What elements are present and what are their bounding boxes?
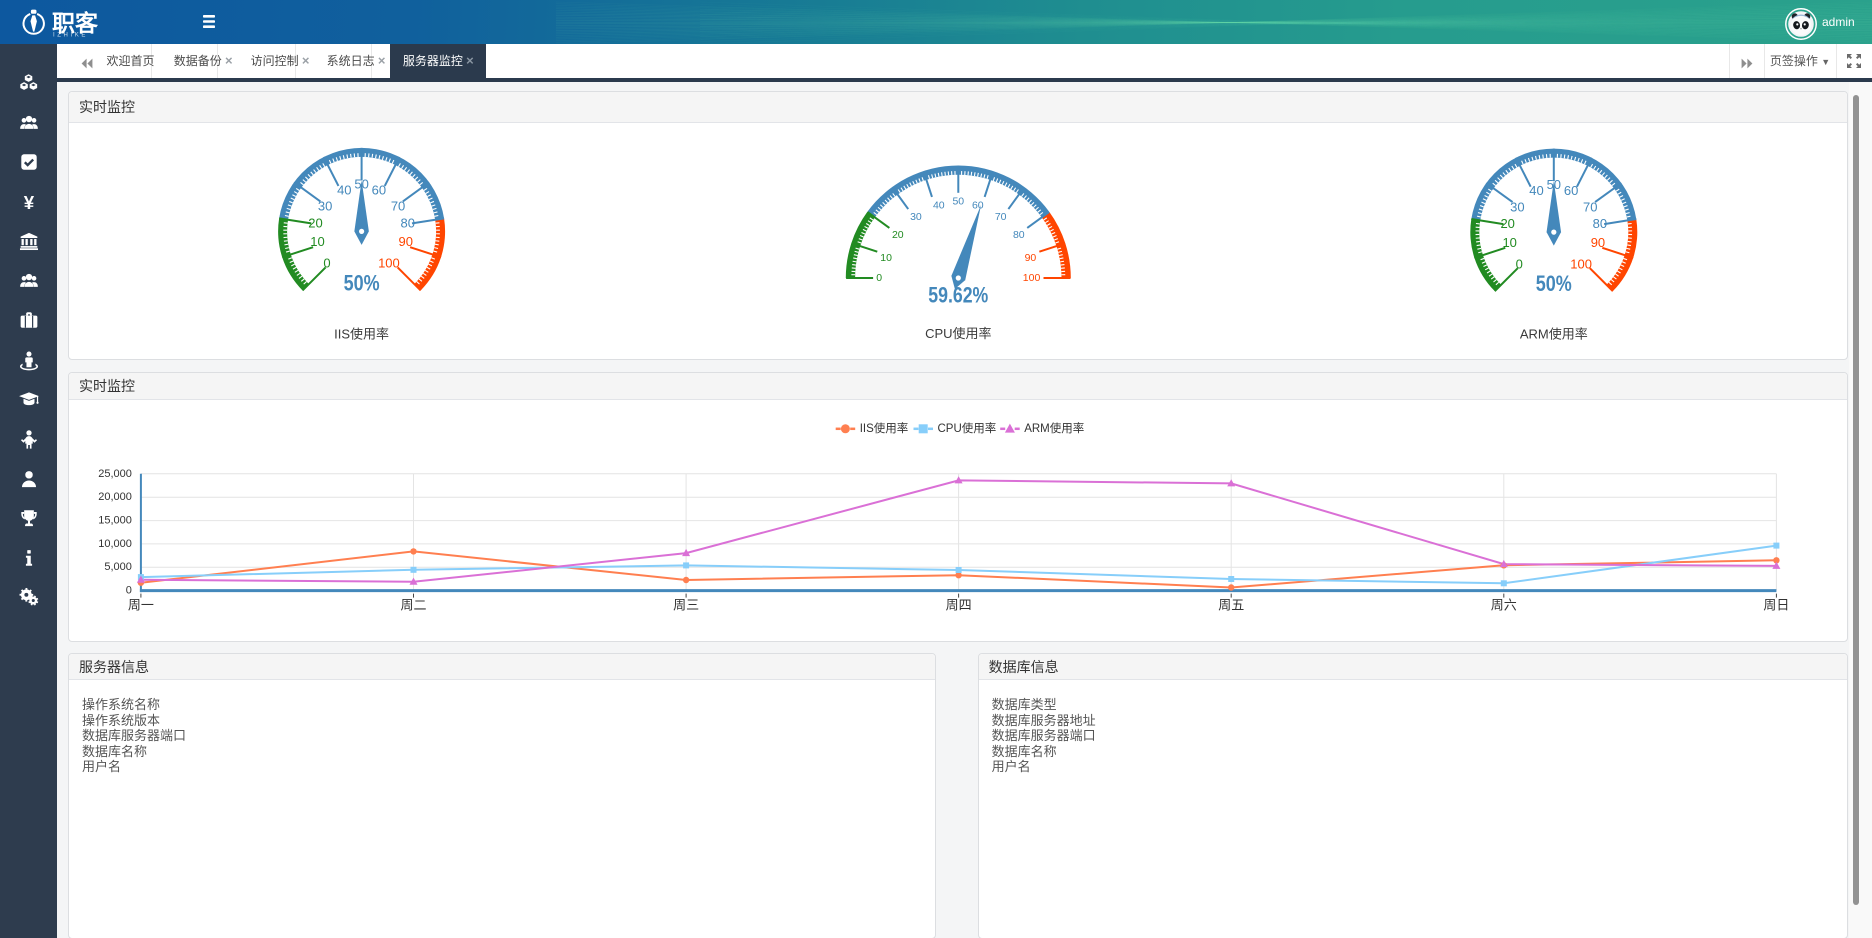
svg-text:59.62%: 59.62% bbox=[928, 282, 988, 307]
svg-text:周五: 周五 bbox=[1218, 597, 1244, 612]
svg-text:0: 0 bbox=[126, 584, 132, 596]
svg-text:100: 100 bbox=[1023, 272, 1041, 284]
svg-text:25,000: 25,000 bbox=[98, 467, 132, 479]
svg-text:80: 80 bbox=[1593, 216, 1607, 231]
svg-text:90: 90 bbox=[1591, 234, 1605, 249]
svg-text:周六: 周六 bbox=[1491, 597, 1517, 612]
svg-text:100: 100 bbox=[378, 255, 400, 270]
svg-text:70: 70 bbox=[1583, 199, 1597, 214]
svg-text:60: 60 bbox=[372, 182, 386, 197]
svg-text:周三: 周三 bbox=[673, 597, 699, 612]
svg-text:30: 30 bbox=[910, 211, 922, 223]
svg-text:0: 0 bbox=[876, 272, 882, 284]
svg-text:5,000: 5,000 bbox=[104, 561, 132, 573]
svg-text:40: 40 bbox=[337, 182, 351, 197]
svg-text:30: 30 bbox=[1510, 199, 1524, 214]
svg-text:80: 80 bbox=[400, 215, 414, 230]
svg-text:周一: 周一 bbox=[128, 597, 154, 612]
svg-text:15,000: 15,000 bbox=[98, 514, 132, 526]
svg-text:10,000: 10,000 bbox=[98, 538, 132, 550]
svg-text:CPU使用率: CPU使用率 bbox=[925, 326, 991, 341]
svg-text:50%: 50% bbox=[1536, 271, 1572, 296]
svg-text:70: 70 bbox=[995, 211, 1007, 223]
svg-text:0: 0 bbox=[323, 255, 330, 270]
svg-text:ARM使用率: ARM使用率 bbox=[1024, 420, 1084, 434]
svg-text:30: 30 bbox=[318, 198, 332, 213]
svg-text:IZHIKE: IZHIKE bbox=[53, 32, 88, 38]
svg-text:周日: 周日 bbox=[1763, 597, 1789, 612]
svg-text:周二: 周二 bbox=[400, 597, 426, 612]
svg-text:10: 10 bbox=[310, 234, 324, 249]
svg-text:40: 40 bbox=[933, 199, 945, 211]
svg-text:20: 20 bbox=[892, 229, 904, 241]
svg-text:50: 50 bbox=[952, 195, 964, 207]
svg-text:IIS使用率: IIS使用率 bbox=[334, 326, 389, 341]
svg-text:周四: 周四 bbox=[946, 597, 972, 612]
svg-text:90: 90 bbox=[1025, 252, 1037, 264]
svg-text:100: 100 bbox=[1570, 256, 1592, 271]
svg-text:50%: 50% bbox=[344, 270, 380, 295]
svg-text:40: 40 bbox=[1529, 183, 1543, 198]
svg-text:ARM使用率: ARM使用率 bbox=[1520, 326, 1588, 341]
svg-text:60: 60 bbox=[1564, 183, 1578, 198]
svg-text:20: 20 bbox=[1500, 216, 1514, 231]
svg-text:10: 10 bbox=[880, 252, 892, 264]
svg-text:20,000: 20,000 bbox=[98, 491, 132, 503]
svg-text:90: 90 bbox=[398, 234, 412, 249]
svg-text:IIS使用率: IIS使用率 bbox=[860, 420, 909, 434]
svg-text:20: 20 bbox=[308, 215, 322, 230]
svg-text:70: 70 bbox=[391, 198, 405, 213]
svg-text:80: 80 bbox=[1013, 229, 1025, 241]
svg-text:¥: ¥ bbox=[23, 192, 34, 213]
svg-text:10: 10 bbox=[1502, 234, 1516, 249]
svg-text:CPU使用率: CPU使用率 bbox=[938, 420, 997, 434]
svg-text:0: 0 bbox=[1516, 256, 1523, 271]
svg-text:60: 60 bbox=[972, 199, 984, 211]
